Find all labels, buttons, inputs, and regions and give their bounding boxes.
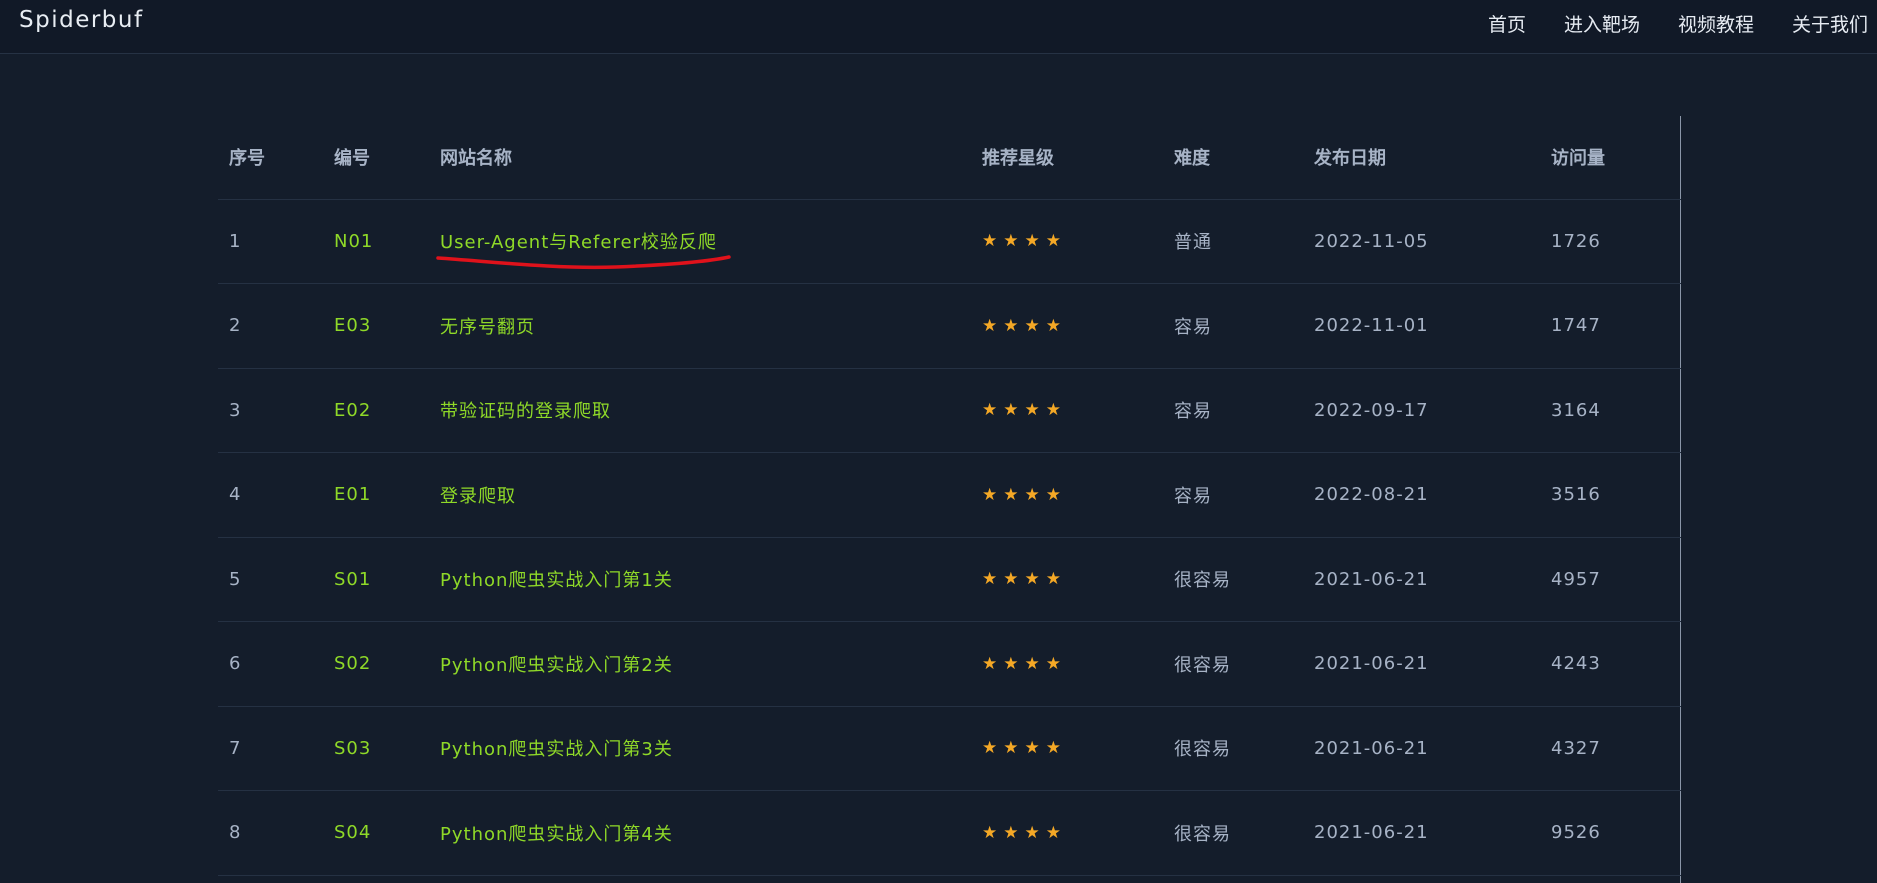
- row-index: 4: [218, 452, 323, 538]
- row-visits: 1726: [1540, 199, 1681, 284]
- row-visits: 1747: [1540, 283, 1681, 369]
- nav-enter-range-link[interactable]: 进入靶场: [1564, 10, 1640, 37]
- row-index: 7: [218, 706, 323, 791]
- row-date: 2022-11-05: [1303, 199, 1540, 284]
- row-index: 2: [218, 283, 323, 369]
- header-publish-date: 发布日期: [1303, 116, 1540, 200]
- table-row: 6 S02 Python爬虫实战入门第2关 ★★★★ 很容易 2021-06-2…: [218, 621, 1681, 707]
- row-site-name-cell: User-Agent与Referer校验反爬: [429, 199, 971, 284]
- row-index: 6: [218, 621, 323, 707]
- header-rating: 推荐星级: [971, 116, 1163, 200]
- top-navbar: Spiderbuf 首页 进入靶场 视频教程 关于我们: [0, 0, 1877, 54]
- row-rating-stars: ★★★★: [971, 283, 1163, 369]
- row-difficulty: 很容易: [1163, 537, 1303, 622]
- row-code: E01: [323, 452, 429, 538]
- row-index: 3: [218, 368, 323, 453]
- challenge-table-container: 序号 编号 网站名称 推荐星级 难度 发布日期 访问量 1 N01 User-A…: [218, 116, 1681, 883]
- row-visits: 4243: [1540, 621, 1681, 707]
- row-difficulty: 普通: [1163, 199, 1303, 284]
- row-code: N01: [323, 199, 429, 284]
- row-rating-stars: ★★★★: [971, 537, 1163, 622]
- row-code: E02: [323, 368, 429, 453]
- row-rating-stars: ★★★★: [971, 621, 1163, 707]
- row-code: S04: [323, 790, 429, 876]
- row-index: 8: [218, 790, 323, 876]
- row-visits: 3164: [1540, 368, 1681, 453]
- row-visits: 4957: [1540, 537, 1681, 622]
- row-date: 2021-06-21: [1303, 706, 1540, 791]
- site-link[interactable]: Python爬虫实战入门第4关: [429, 790, 971, 876]
- header-index: 序号: [218, 116, 323, 200]
- row-date: 2021-06-21: [1303, 621, 1540, 707]
- header-difficulty: 难度: [1163, 116, 1303, 200]
- nav-home-link[interactable]: 首页: [1488, 10, 1526, 37]
- row-code: S01: [323, 537, 429, 622]
- row-rating-stars: ★★★★: [971, 790, 1163, 876]
- row-date: 2022-08-21: [1303, 452, 1540, 538]
- row-code: S02: [323, 621, 429, 707]
- header-site-name: 网站名称: [429, 116, 971, 200]
- row-code: S03: [323, 706, 429, 791]
- row-difficulty: 容易: [1163, 452, 1303, 538]
- nav-video-tutorials-link[interactable]: 视频教程: [1678, 10, 1754, 37]
- header-visits: 访问量: [1540, 116, 1681, 200]
- annotated-link-wrapper: User-Agent与Referer校验反爬: [436, 228, 731, 270]
- row-visits: 9526: [1540, 790, 1681, 876]
- table-row: 4 E01 登录爬取 ★★★★ 容易 2022-08-21 3516: [218, 452, 1681, 538]
- nav-about-link[interactable]: 关于我们: [1792, 10, 1868, 37]
- row-index: 1: [218, 199, 323, 284]
- site-link[interactable]: Python爬虫实战入门第3关: [429, 706, 971, 791]
- table-row: 2 E03 无序号翻页 ★★★★ 容易 2022-11-01 1747: [218, 283, 1681, 369]
- row-rating-stars: ★★★★: [971, 368, 1163, 453]
- challenge-table: 序号 编号 网站名称 推荐星级 难度 发布日期 访问量 1 N01 User-A…: [218, 116, 1681, 876]
- row-code: E03: [323, 283, 429, 369]
- row-rating-stars: ★★★★: [971, 452, 1163, 538]
- row-index: 5: [218, 537, 323, 622]
- row-rating-stars: ★★★★: [971, 199, 1163, 284]
- row-date: 2022-09-17: [1303, 368, 1540, 453]
- table-row: 5 S01 Python爬虫实战入门第1关 ★★★★ 很容易 2021-06-2…: [218, 537, 1681, 622]
- table-row: 7 S03 Python爬虫实战入门第3关 ★★★★ 很容易 2021-06-2…: [218, 706, 1681, 791]
- site-link[interactable]: Python爬虫实战入门第1关: [429, 537, 971, 622]
- row-difficulty: 很容易: [1163, 790, 1303, 876]
- row-date: 2022-11-01: [1303, 283, 1540, 369]
- site-link[interactable]: 登录爬取: [429, 452, 971, 538]
- row-difficulty: 很容易: [1163, 706, 1303, 791]
- brand-logo[interactable]: Spiderbuf: [19, 7, 144, 33]
- site-link[interactable]: Python爬虫实战入门第2关: [429, 621, 971, 707]
- table-header-row: 序号 编号 网站名称 推荐星级 难度 发布日期 访问量: [218, 116, 1681, 200]
- red-underline-annotation: [436, 255, 731, 270]
- row-rating-stars: ★★★★: [971, 706, 1163, 791]
- table-row: 8 S04 Python爬虫实战入门第4关 ★★★★ 很容易 2021-06-2…: [218, 790, 1681, 876]
- row-date: 2021-06-21: [1303, 537, 1540, 622]
- row-difficulty: 容易: [1163, 368, 1303, 453]
- row-difficulty: 很容易: [1163, 621, 1303, 707]
- header-code: 编号: [323, 116, 429, 200]
- row-visits: 4327: [1540, 706, 1681, 791]
- table-row: 1 N01 User-Agent与Referer校验反爬 ★★★★ 普通 202…: [218, 199, 1681, 284]
- site-link[interactable]: 无序号翻页: [429, 283, 971, 369]
- nav-links: 首页 进入靶场 视频教程 关于我们: [1488, 10, 1877, 37]
- row-date: 2021-06-21: [1303, 790, 1540, 876]
- row-visits: 3516: [1540, 452, 1681, 538]
- site-link[interactable]: 带验证码的登录爬取: [429, 368, 971, 453]
- table-row: 3 E02 带验证码的登录爬取 ★★★★ 容易 2022-09-17 3164: [218, 368, 1681, 453]
- row-difficulty: 容易: [1163, 283, 1303, 369]
